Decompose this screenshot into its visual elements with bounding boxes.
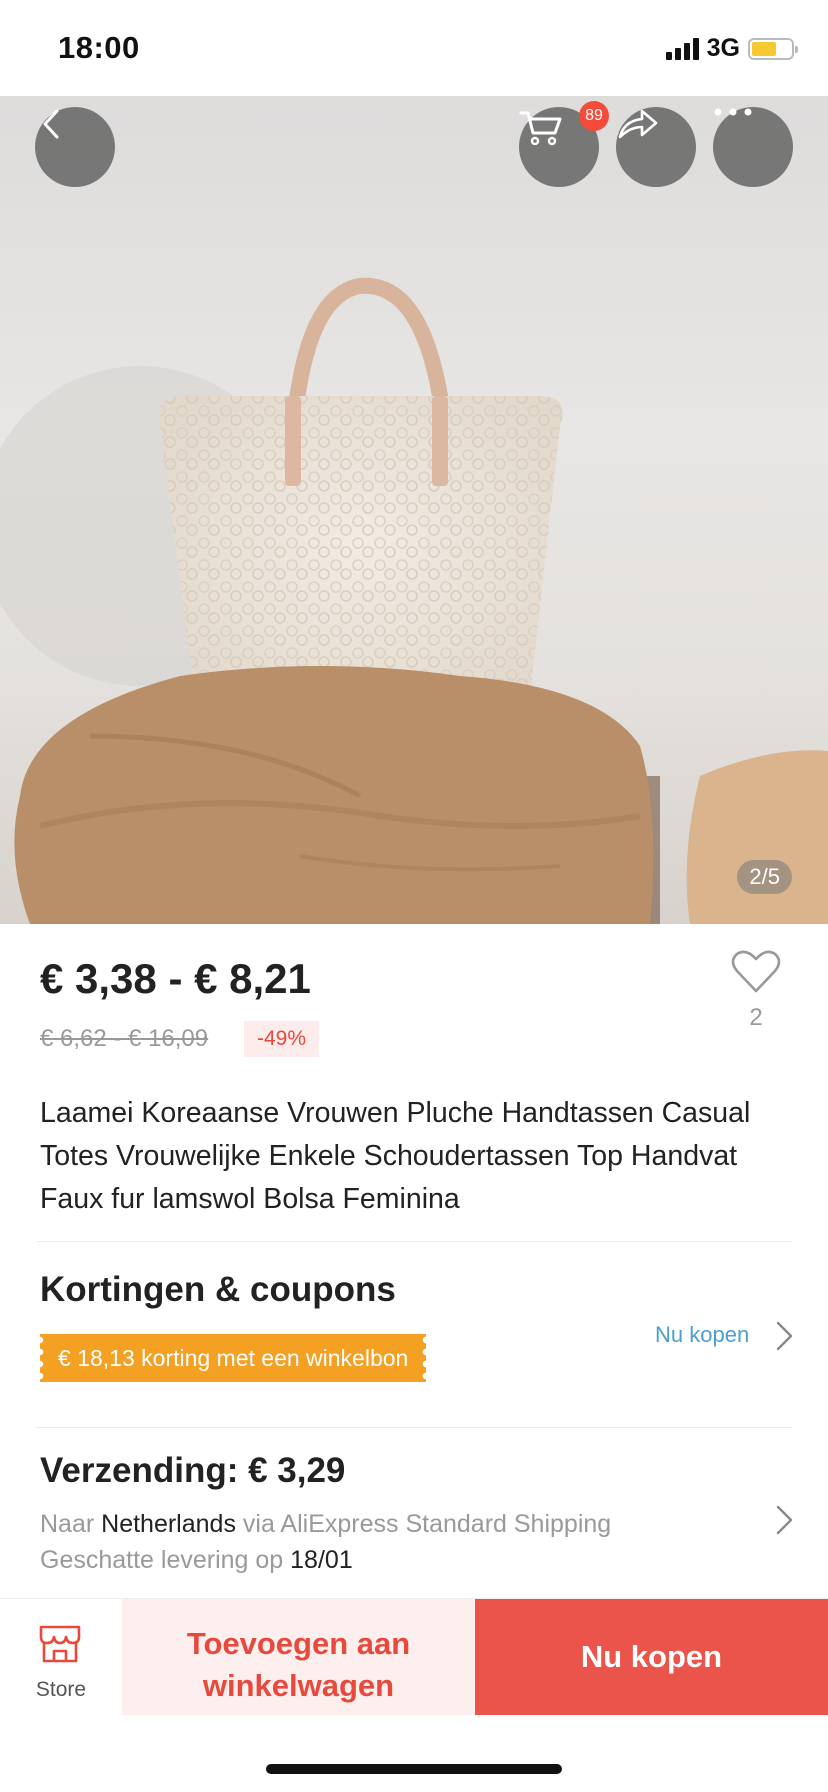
wishlist-button[interactable]: 2 (729, 949, 783, 1032)
shipping-destination[interactable]: Naar Netherlands via AliExpress Standard… (40, 1510, 611, 1539)
product-image-gallery[interactable]: 89 2/5 (0, 96, 828, 924)
add-to-cart-button[interactable]: Toevoegen aan winkelwagen (122, 1599, 475, 1715)
original-price: € 6,62 - € 16,09 (40, 1025, 209, 1052)
store-coupon[interactable]: € 18,13 korting met een winkelbon (40, 1334, 427, 1382)
store-label: Store (35, 1678, 87, 1701)
shipping-delivery: Geschatte levering op 18/01 (40, 1546, 353, 1575)
chevron-right-icon[interactable] (774, 1320, 794, 1352)
add-to-cart-label: Toevoegen aan winkelwagen (186, 1626, 411, 1703)
image-page-indicator: 2/5 (737, 860, 792, 894)
cart-icon (519, 111, 562, 146)
coupon-buy-link[interactable]: Nu kopen (655, 1322, 749, 1348)
back-button[interactable] (35, 107, 115, 187)
cart-button[interactable]: 89 (519, 101, 609, 187)
chevron-left-icon (43, 109, 59, 139)
status-time: 18:00 (58, 30, 140, 65)
divider (36, 1241, 792, 1242)
share-icon (618, 109, 658, 139)
wishlist-count: 2 (749, 1004, 763, 1031)
cart-count-badge: 89 (579, 101, 609, 131)
status-indicators: 3G (665, 34, 798, 63)
status-bar: 18:00 3G (0, 0, 828, 96)
product-title: Laamei Koreaanse Vrouwen Pluche Handtass… (40, 1097, 751, 1215)
shipping-to-label: Naar (40, 1510, 95, 1538)
network-type: 3G (706, 34, 740, 62)
share-button[interactable] (616, 107, 696, 187)
delivery-date: 18/01 (290, 1546, 353, 1574)
divider (36, 1427, 792, 1428)
shipping-country: Netherlands (101, 1510, 236, 1538)
heart-icon (731, 950, 781, 993)
signal-icon (665, 37, 699, 60)
shipping-method: via AliExpress Standard Shipping (242, 1510, 612, 1538)
home-indicator[interactable] (266, 1764, 562, 1774)
store-icon (39, 1625, 81, 1663)
price-range: € 3,38 - € 8,21 (40, 955, 311, 1002)
store-button[interactable]: Store (0, 1599, 122, 1719)
coupons-heading: Kortingen & coupons (40, 1270, 396, 1309)
product-photo (0, 277, 828, 924)
bottom-action-bar: Store Toevoegen aan winkelwagen Nu kopen (0, 1598, 828, 1718)
more-dots-icon (714, 108, 752, 116)
discount-badge: -49% (244, 1021, 320, 1057)
battery-icon (748, 37, 798, 60)
delivery-label: Geschatte levering op (40, 1546, 284, 1574)
chevron-right-icon[interactable] (774, 1504, 794, 1536)
buy-now-button[interactable]: Nu kopen (475, 1599, 828, 1715)
shipping-heading: Verzending: € 3,29 (40, 1451, 346, 1490)
more-button[interactable] (713, 107, 793, 187)
